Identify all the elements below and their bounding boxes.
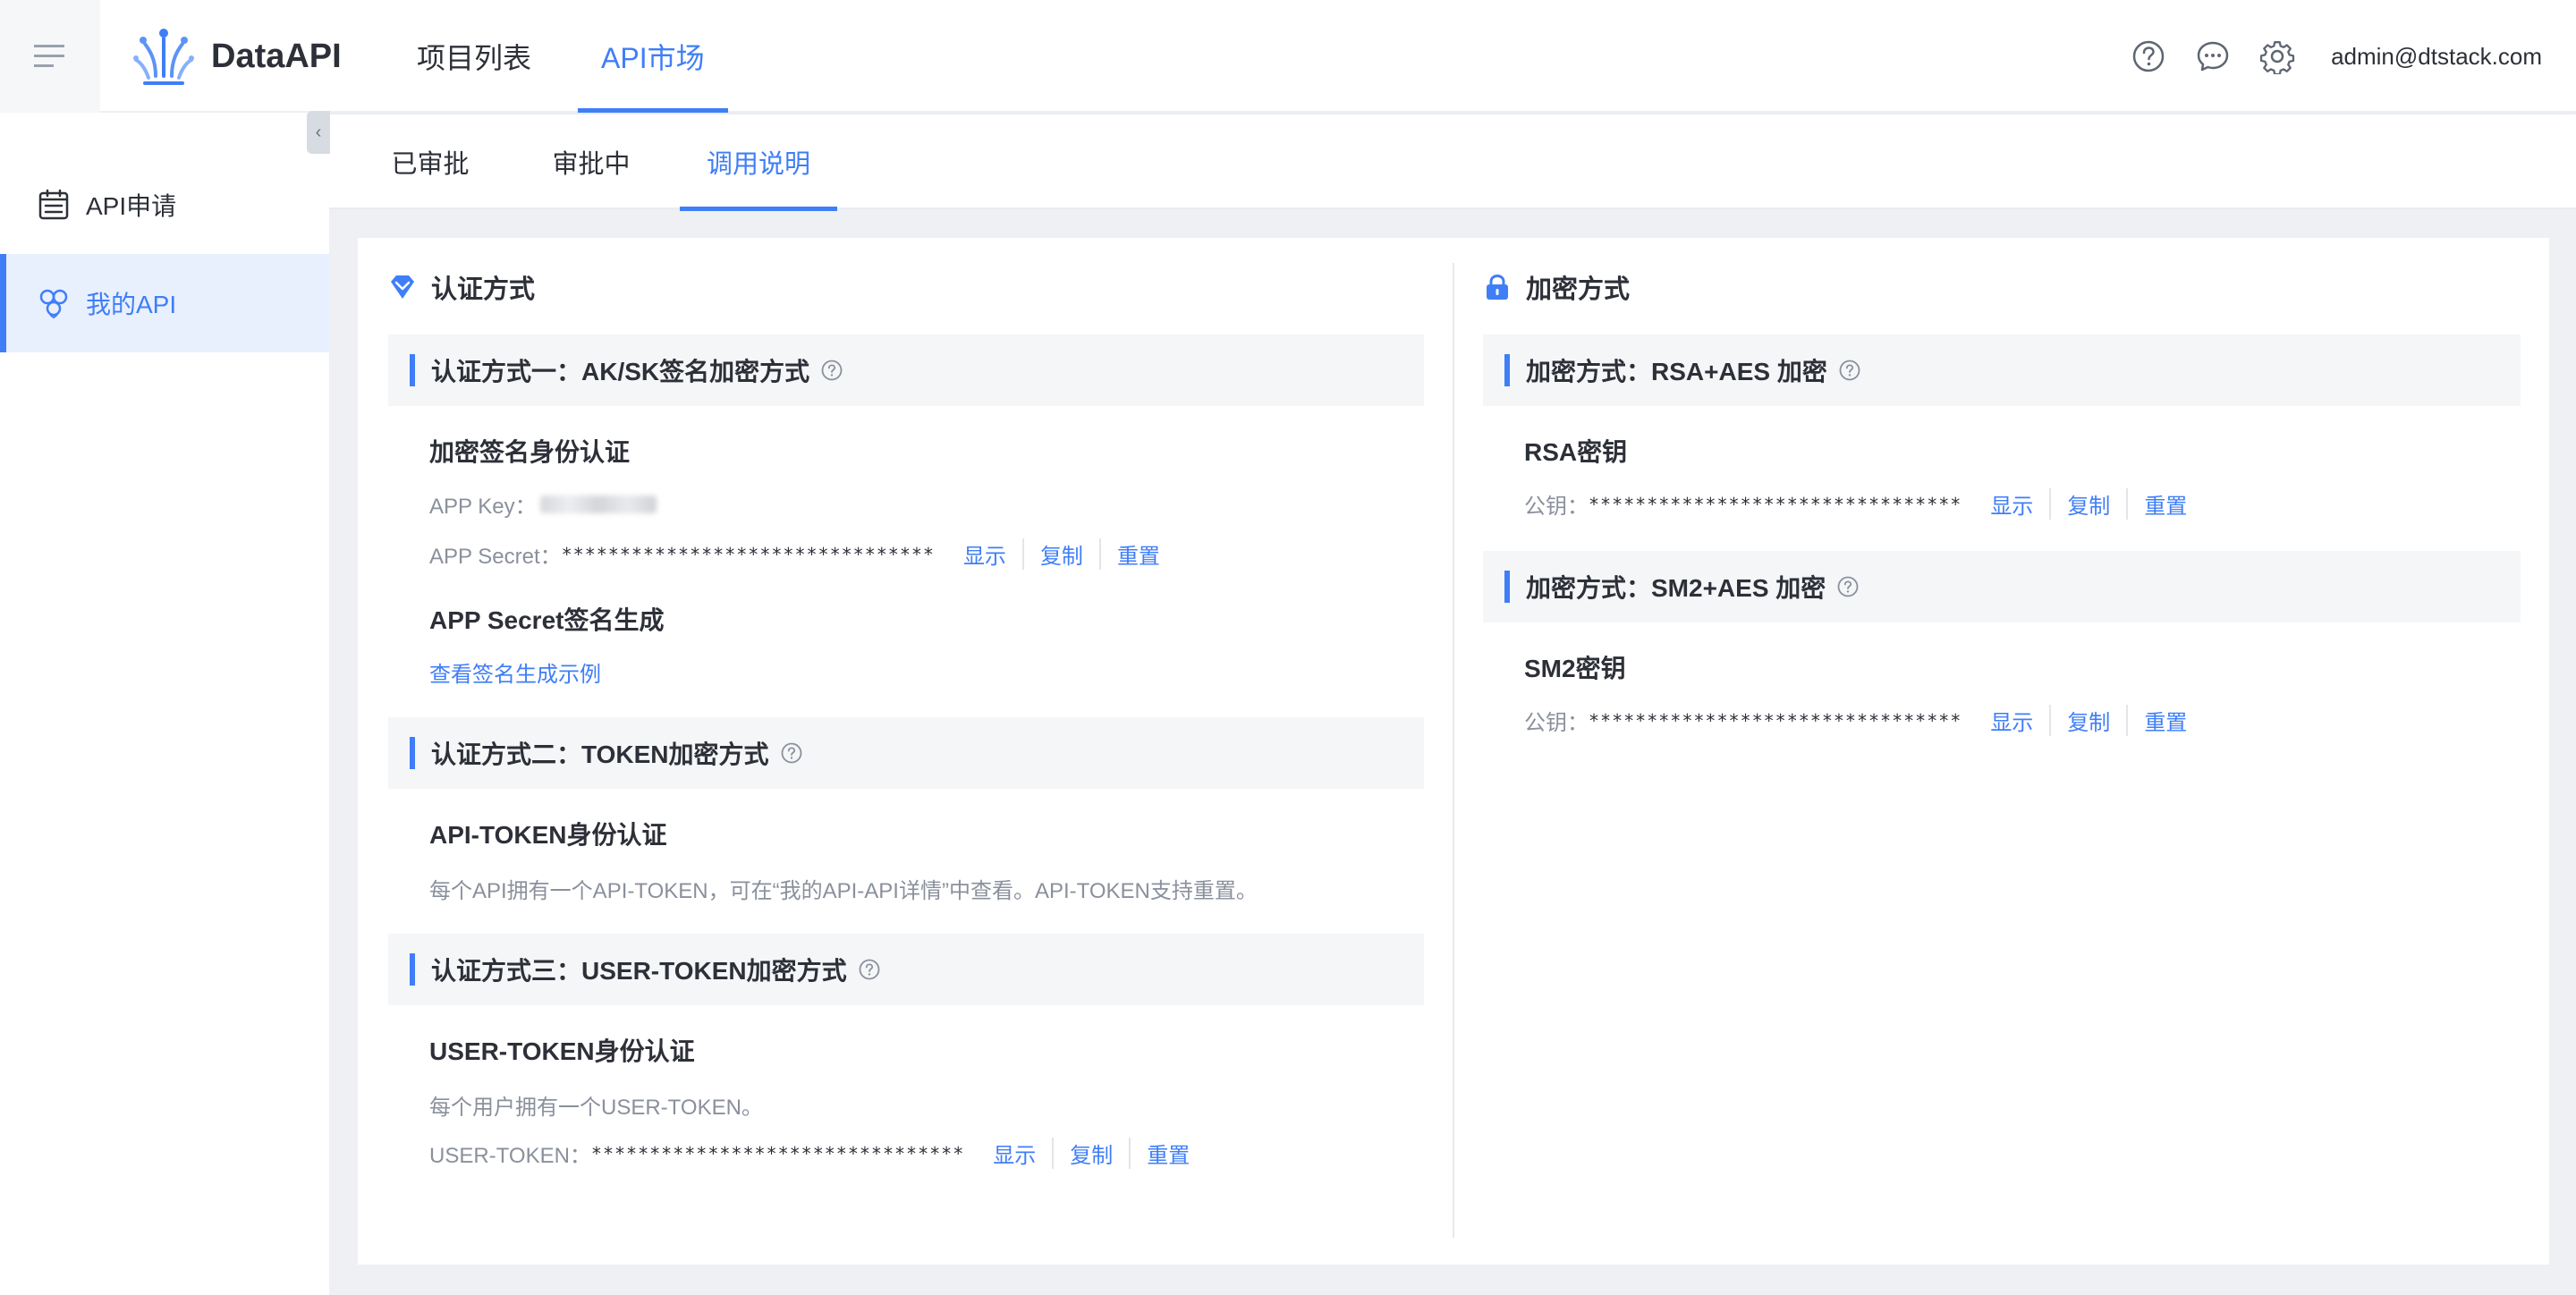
sm2-key-heading: SM2密钥 <box>1524 655 1626 682</box>
sm2-key-reset-button[interactable]: 重置 <box>2126 705 2203 736</box>
rsa-key-reset-button[interactable]: 重置 <box>2126 488 2203 520</box>
user-token-reset-button[interactable]: 重置 <box>1129 1138 1206 1169</box>
auth-method-2-help[interactable] <box>780 741 803 765</box>
tab-pending[interactable]: 审批中 <box>547 114 635 209</box>
auth-method-1-title: 认证方式一：AK/SK签名加密方式 <box>431 358 810 385</box>
user-token-desc: 每个用户拥有一个USER-TOKEN。 <box>429 1096 763 1120</box>
app-key-row: APP Key： <box>429 488 657 520</box>
app-secret-value: ******************************** <box>561 543 935 565</box>
user-token-actions: 显示 复制 重置 <box>993 1138 1206 1169</box>
app-secret-actions: 显示 复制 重置 <box>963 538 1176 570</box>
message-button[interactable] <box>2195 38 2231 74</box>
user-token-heading: USER-TOKEN身份认证 <box>429 1037 695 1065</box>
user-token-row: USER-TOKEN： ****************************… <box>429 1138 1206 1169</box>
rsa-key-copy-button[interactable]: 复制 <box>2049 488 2126 520</box>
rsa-public-key-row: 公钥： ******************************** 显示 … <box>1524 488 2203 520</box>
rsa-aes-title: 加密方式：RSA+AES 加密 <box>1526 358 1827 385</box>
api-token-desc: 每个API拥有一个API-TOKEN，可在“我的API-API详情”中查看。AP… <box>429 879 1258 903</box>
auth-method-2-band: 认证方式二：TOKEN加密方式 <box>388 717 1424 789</box>
user-token-label: USER-TOKEN： <box>429 1144 591 1168</box>
question-circle-icon <box>781 742 801 764</box>
settings-button[interactable] <box>2259 38 2295 74</box>
sm2-aes-title: 加密方式：SM2+AES 加密 <box>1526 574 1826 602</box>
rsa-aes-help[interactable] <box>1838 359 1861 382</box>
auth-method-3-band: 认证方式三：USER-TOKEN加密方式 <box>388 934 1424 1005</box>
user-token-show-button[interactable]: 显示 <box>993 1138 1052 1169</box>
dataapi-logo-icon <box>133 29 194 85</box>
ak-sk-heading: 加密签名身份认证 <box>429 438 631 466</box>
app-secret-copy-button[interactable]: 复制 <box>1021 538 1099 570</box>
user-token-copy-button[interactable]: 复制 <box>1052 1138 1129 1169</box>
question-circle-icon <box>1837 576 1859 597</box>
sidebar-item-label: API申请 <box>86 192 177 220</box>
header-toolbar: admin@dtstack.com <box>2131 0 2542 113</box>
auth-section-label: 认证方式 <box>431 275 536 304</box>
app-key-label: APP Key： <box>429 495 537 519</box>
sm2-key-actions: 显示 复制 重置 <box>1990 705 2203 736</box>
rsa-key-actions: 显示 复制 重置 <box>1990 488 2203 520</box>
lock-icon <box>1487 274 1508 300</box>
sidebar-item-api-apply[interactable]: API申请 <box>0 156 329 254</box>
hamburger-menu-icon <box>34 45 64 67</box>
question-circle-icon <box>1839 360 1860 381</box>
app-logo[interactable]: DataAPI <box>132 23 342 89</box>
rsa-key-show-button[interactable]: 显示 <box>1990 488 2049 520</box>
message-icon <box>2197 41 2229 72</box>
question-circle-icon <box>821 360 843 381</box>
top-nav: 项目列表 API市场 <box>394 0 751 113</box>
settings-gear-icon <box>2259 41 2295 74</box>
rsa-public-key-label: 公钥： <box>1524 495 1589 519</box>
menu-toggle-button[interactable] <box>0 0 100 113</box>
auth-method-3-title: 认证方式三：USER-TOKEN加密方式 <box>431 957 847 985</box>
rsa-key-heading: RSA密钥 <box>1524 438 1628 466</box>
user-token-value: ******************************** <box>590 1142 965 1164</box>
nav-project-list[interactable]: 项目列表 <box>394 0 555 113</box>
sidebar-item-label: 我的API <box>86 291 177 318</box>
subtab-bar: 已审批 审批中 调用说明 <box>329 114 2576 211</box>
instructions-panel: 认证方式 认证方式一：AK/SK签名加密方式 加密签名身份认证 APP Key：… <box>358 238 2549 1265</box>
sm2-public-key-label: 公钥： <box>1524 711 1589 735</box>
auth-method-1-band: 认证方式一：AK/SK签名加密方式 <box>388 334 1424 406</box>
encryption-section-title: 加密方式 <box>1483 268 1630 306</box>
auth-section-title: 认证方式 <box>388 268 535 306</box>
rsa-public-key-value: ******************************** <box>1589 493 1962 515</box>
sidebar: API申请 我的API <box>0 113 329 1295</box>
help-circle-icon <box>2132 40 2165 72</box>
secret-sign-heading: APP Secret签名生成 <box>429 606 665 634</box>
calendar-list-icon <box>38 189 69 220</box>
encryption-section-label: 加密方式 <box>1526 275 1631 304</box>
question-circle-icon <box>859 959 880 980</box>
diamond-shield-icon <box>391 275 414 299</box>
sidebar-collapse-handle[interactable]: ‹ <box>307 111 330 154</box>
sm2-public-key-value: ******************************** <box>1589 709 1962 732</box>
cluster-nodes-icon <box>39 289 68 319</box>
api-token-heading: API-TOKEN身份认证 <box>429 821 667 849</box>
app-secret-show-button[interactable]: 显示 <box>963 538 1022 570</box>
rsa-aes-band: 加密方式：RSA+AES 加密 <box>1483 334 2521 406</box>
nav-api-market[interactable]: API市场 <box>578 0 728 113</box>
view-sign-example-link[interactable]: 查看签名生成示例 <box>429 656 601 688</box>
auth-method-3-help[interactable] <box>858 958 881 981</box>
sm2-aes-help[interactable] <box>1836 575 1860 598</box>
user-account[interactable]: admin@dtstack.com <box>2331 43 2542 71</box>
sm2-key-copy-button[interactable]: 复制 <box>2049 705 2126 736</box>
app-key-value-blurred <box>539 495 657 513</box>
logo-text: DataAPI <box>211 37 342 75</box>
app-secret-label: APP Secret： <box>429 545 562 569</box>
tab-call-instructions[interactable]: 调用说明 <box>680 114 837 211</box>
app-secret-reset-button[interactable]: 重置 <box>1098 538 1176 570</box>
sidebar-item-my-api[interactable]: 我的API <box>0 254 329 352</box>
sm2-public-key-row: 公钥： ******************************** 显示 … <box>1524 705 2203 736</box>
sm2-key-show-button[interactable]: 显示 <box>1990 705 2049 736</box>
top-header: DataAPI 项目列表 API市场 admin@dtstack.com <box>0 0 2576 113</box>
auth-method-2-title: 认证方式二：TOKEN加密方式 <box>431 741 769 768</box>
column-divider <box>1453 263 1454 1238</box>
help-button[interactable] <box>2131 38 2166 74</box>
tab-approved[interactable]: 已审批 <box>386 114 474 209</box>
auth-method-1-help[interactable] <box>820 359 843 382</box>
sm2-aes-band: 加密方式：SM2+AES 加密 <box>1483 551 2521 622</box>
app-secret-row: APP Secret： ****************************… <box>429 538 1176 570</box>
